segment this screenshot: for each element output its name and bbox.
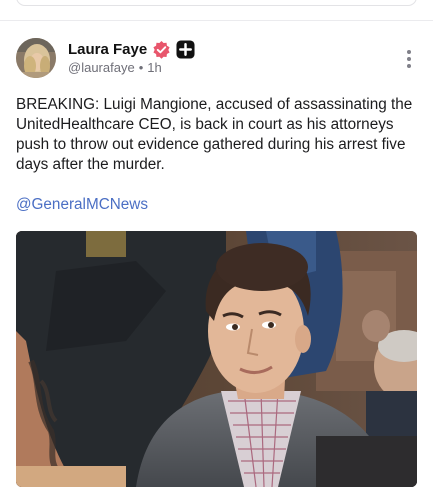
avatar-image	[16, 38, 56, 78]
author-name[interactable]: Laura Faye	[68, 41, 147, 58]
verified-badge-icon	[152, 40, 171, 59]
avatar[interactable]	[16, 38, 56, 78]
author-handle[interactable]: @laurafaye	[68, 60, 135, 75]
courtroom-photo	[16, 231, 417, 487]
more-dot	[407, 50, 411, 54]
post-photo[interactable]	[16, 231, 417, 487]
plus-badge-icon	[176, 39, 195, 59]
post-body: BREAKING: Luigi Mangione, accused of ass…	[16, 96, 413, 173]
meta-separator: •	[138, 60, 144, 75]
author-name-row: Laura Faye	[68, 38, 195, 60]
post-header: Laura Faye @laurafaye • 1h	[16, 38, 417, 82]
author-meta: @laurafaye • 1h	[68, 60, 162, 75]
previous-post-card	[16, 0, 417, 6]
mention-link[interactable]: @GeneralMCNews	[16, 196, 148, 214]
more-options-icon[interactable]	[401, 48, 417, 70]
more-dot	[407, 57, 411, 61]
post-time: 1h	[147, 60, 162, 75]
more-dot	[407, 64, 411, 68]
post-divider	[0, 20, 433, 21]
